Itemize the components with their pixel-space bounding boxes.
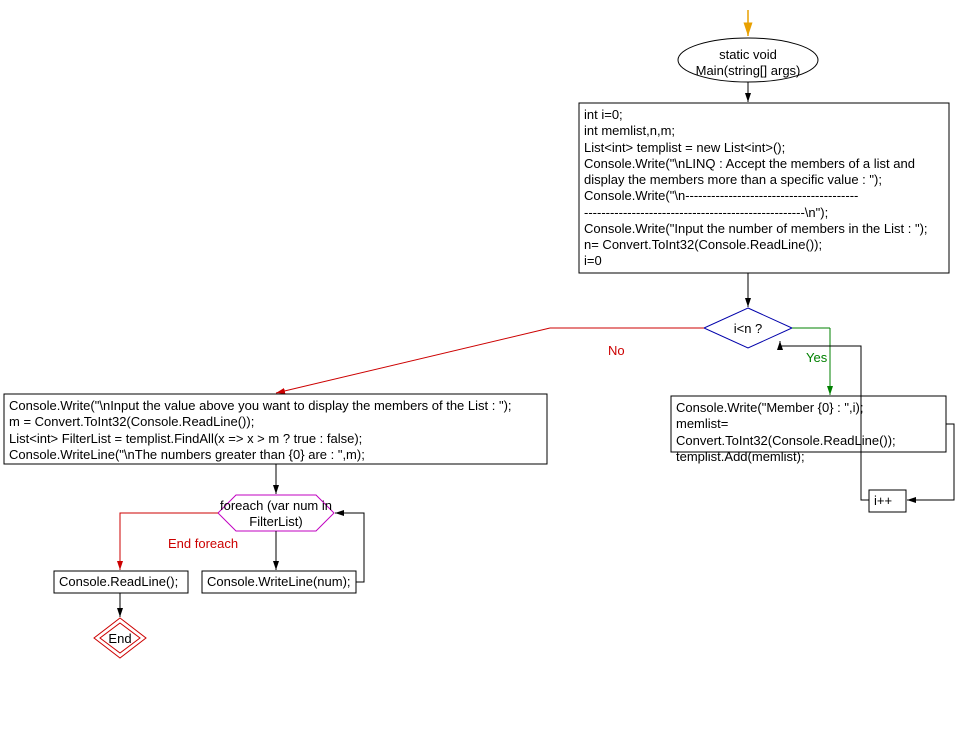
foreach-header: foreach (var num in FilterList) [220, 498, 332, 529]
start-terminator: static void Main(string[] args) [688, 47, 808, 78]
edge-no-label: No [608, 343, 625, 358]
readline-block: Console.ReadLine(); [59, 574, 178, 589]
after-loop-block: Console.Write("\nInput the value above y… [9, 398, 542, 463]
foreach-body-block: Console.WriteLine(num); [207, 574, 351, 589]
decision-condition: i<n ? [718, 321, 778, 337]
end-foreach-label: End foreach [168, 536, 238, 551]
loop-body-block: Console.Write("Member {0} : ",i); memlis… [676, 400, 941, 465]
increment-block: i++ [874, 493, 892, 508]
edge-yes-label: Yes [806, 350, 827, 365]
end-terminator: End [108, 631, 132, 647]
init-block: int i=0; int memlist,n,m; List<int> temp… [584, 107, 944, 270]
